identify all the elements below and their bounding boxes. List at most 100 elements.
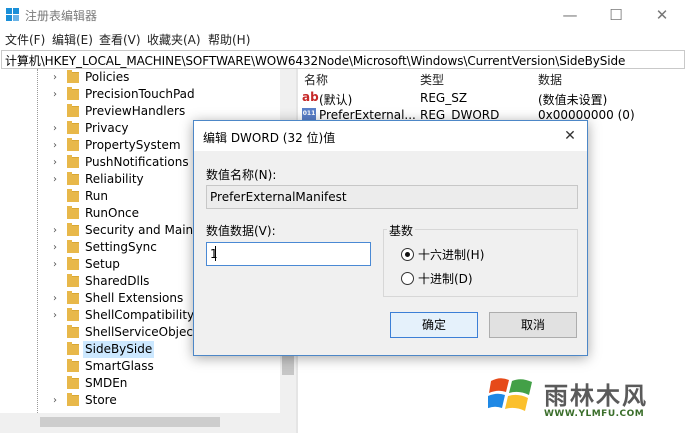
menu-favorites[interactable]: 收藏夹(A) xyxy=(147,31,201,48)
chevron-right-icon[interactable]: › xyxy=(53,392,57,409)
decimal-radio-label[interactable]: 十进制(D) xyxy=(418,270,473,287)
tree-item[interactable]: SmartGlass xyxy=(0,358,280,375)
folder-icon xyxy=(67,189,79,202)
tree-item-label: SharedDlls xyxy=(85,274,150,288)
dialog-title: 编辑 DWORD (32 位)值 xyxy=(203,131,336,145)
watermark-url: WWW.YLMFU.COM xyxy=(544,409,645,419)
tree-item[interactable]: › PrecisionTouchPad xyxy=(0,86,280,103)
tree-item-label: PushNotifications xyxy=(85,155,189,169)
tree-item-label: ShellCompatibility xyxy=(85,308,195,322)
tree-item-label: SMDEn xyxy=(85,376,128,390)
ok-button[interactable]: 确定 xyxy=(390,312,478,338)
folder-icon xyxy=(67,342,79,355)
folder-icon xyxy=(67,274,79,287)
base-groupbox xyxy=(383,229,578,297)
tree-item-label: SideBySide xyxy=(83,341,155,358)
address-bar[interactable]: 计算机\HKEY_LOCAL_MACHINE\SOFTWARE\WOW6432N… xyxy=(1,50,685,69)
value-data-input[interactable]: 1 xyxy=(206,242,371,266)
minimize-button[interactable]: — xyxy=(547,0,593,30)
folder-icon xyxy=(67,291,79,304)
column-header-type[interactable]: 类型 xyxy=(420,71,444,88)
folder-icon xyxy=(67,155,79,168)
folder-icon xyxy=(67,240,79,253)
title-bar: 注册表编辑器 — ☐ ✕ xyxy=(0,0,685,30)
folder-icon xyxy=(67,206,79,219)
decimal-radio[interactable] xyxy=(401,272,414,285)
tree-item[interactable]: › Store xyxy=(0,392,280,409)
chevron-right-icon[interactable]: › xyxy=(53,239,57,256)
tree-item-label: RunOnce xyxy=(85,206,140,220)
tree-item-label: Reliability xyxy=(85,172,144,186)
folder-icon xyxy=(67,325,79,338)
tree-item[interactable]: SMDEn xyxy=(0,375,280,392)
menu-file[interactable]: 文件(F) xyxy=(5,31,45,48)
chevron-right-icon[interactable]: › xyxy=(53,307,57,324)
folder-icon xyxy=(67,138,79,151)
folder-icon xyxy=(67,257,79,270)
regedit-app-icon xyxy=(6,8,19,21)
watermark-brand: 雨林木风 xyxy=(544,381,648,410)
chevron-right-icon[interactable]: › xyxy=(53,171,57,188)
folder-icon xyxy=(67,223,79,236)
cancel-button[interactable]: 取消 xyxy=(489,312,577,338)
value-data: (数值未设置) xyxy=(538,93,608,107)
chevron-right-icon[interactable]: › xyxy=(53,290,57,307)
close-button[interactable]: ✕ xyxy=(639,0,685,30)
value-name: (默认) xyxy=(319,93,353,107)
column-header-data[interactable]: 数据 xyxy=(538,71,562,88)
folder-icon xyxy=(67,376,79,389)
tree-item[interactable]: › Policies xyxy=(0,69,280,86)
tree-guide-line xyxy=(37,69,38,413)
menu-edit[interactable]: 编辑(E) xyxy=(52,31,93,48)
dialog-title-bar: 编辑 DWORD (32 位)值 ✕ xyxy=(194,121,587,151)
tree-item-label: Security and Mainte xyxy=(85,223,206,237)
tree-item-label: SettingSync xyxy=(85,240,157,254)
dialog-close-icon[interactable]: ✕ xyxy=(557,123,583,149)
value-type: REG_SZ xyxy=(420,91,468,105)
chevron-right-icon[interactable]: › xyxy=(53,222,57,239)
watermark: 雨林木风 WWW.YLMFU.COM xyxy=(488,365,685,433)
chevron-right-icon[interactable]: › xyxy=(53,137,57,154)
folder-icon xyxy=(67,308,79,321)
value-data-label: 数值数据(V): xyxy=(206,224,276,238)
tree-item-label: PreviewHandlers xyxy=(85,104,186,118)
value-name-label: 数值名称(N): xyxy=(206,168,277,182)
tree-item-label: Policies xyxy=(85,70,130,84)
tree-item-label: ShellServiceObjectD xyxy=(85,325,207,339)
tree-item-label: PropertySystem xyxy=(85,138,181,152)
hex-radio[interactable] xyxy=(401,248,414,261)
column-header-name[interactable]: 名称 xyxy=(304,71,328,88)
chevron-right-icon[interactable]: › xyxy=(53,256,57,273)
address-path: 计算机\HKEY_LOCAL_MACHINE\SOFTWARE\WOW6432N… xyxy=(5,54,626,68)
tree-item-label: SmartGlass xyxy=(85,359,154,373)
folder-icon xyxy=(67,393,79,406)
chevron-right-icon[interactable]: › xyxy=(53,120,57,137)
folder-icon xyxy=(67,104,79,117)
base-label: 基数 xyxy=(387,222,416,239)
hex-radio-label[interactable]: 十六进制(H) xyxy=(418,246,484,263)
text-caret xyxy=(215,246,216,261)
edit-dword-dialog: 编辑 DWORD (32 位)值 ✕ 数值名称(N): PreferExtern… xyxy=(193,120,588,356)
tree-item[interactable]: PreviewHandlers xyxy=(0,103,280,120)
chevron-right-icon[interactable]: › xyxy=(53,154,57,171)
string-value-icon: ab xyxy=(302,90,319,104)
menu-view[interactable]: 查看(V) xyxy=(99,31,141,48)
tree-vertical-scroll-thumb[interactable] xyxy=(282,355,294,375)
value-name-field: PreferExternalManifest xyxy=(206,185,578,209)
folder-icon xyxy=(67,121,79,134)
tree-item-label: Privacy xyxy=(85,121,129,135)
tree-item-label: Shell Extensions xyxy=(85,291,184,305)
chevron-right-icon[interactable]: › xyxy=(53,69,57,86)
tree-item-label: Run xyxy=(85,189,109,203)
value-row[interactable]: ab (默认) REG_SZ (数值未设置) xyxy=(299,90,685,107)
tree-item-label: PrecisionTouchPad xyxy=(85,87,195,101)
menu-help[interactable]: 帮助(H) xyxy=(208,31,250,48)
folder-icon xyxy=(67,359,79,372)
tree-item-label: Setup xyxy=(85,257,120,271)
tree-horizontal-scroll-thumb[interactable] xyxy=(40,417,220,427)
value-data-text: 1 xyxy=(210,247,218,261)
menu-bar: 文件(F) 编辑(E) 查看(V) 收藏夹(A) 帮助(H) xyxy=(0,30,685,48)
chevron-right-icon[interactable]: › xyxy=(53,86,57,103)
maximize-button[interactable]: ☐ xyxy=(593,0,639,30)
folder-icon xyxy=(67,172,79,185)
